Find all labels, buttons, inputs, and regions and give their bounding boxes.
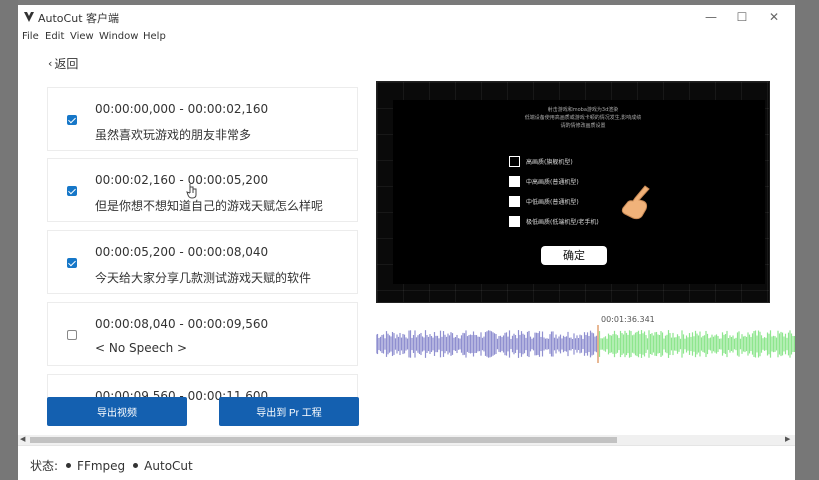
option-box (509, 196, 520, 207)
status-divider (18, 445, 795, 446)
tip-line: 请酌情修改画质设置 (560, 123, 606, 129)
desktop-frame-right (795, 0, 819, 480)
video-preview[interactable]: 射击游戏和moba游戏为3d渲染 低端设备使用高画质或游戏卡顿的情况发生,影响成… (376, 81, 770, 303)
scroll-left-icon[interactable]: ◀ (20, 435, 25, 443)
status-dot (66, 463, 72, 468)
scrollbar-thumb[interactable] (30, 437, 617, 443)
quality-option: 极低画质(低端机型/老手机) (509, 216, 599, 227)
option-box (509, 156, 520, 167)
close-button[interactable]: ✕ (761, 8, 787, 26)
status-label: 状态: (30, 459, 59, 473)
desktop-frame-left (0, 0, 18, 480)
status-ffmpeg: FFmpeg (77, 458, 126, 473)
status-autocut: AutoCut (144, 458, 193, 473)
tip-line: 射击游戏和moba游戏为3d渲染 (547, 107, 619, 113)
segment-time: 00:00:02,160 - 00:00:05,200 (95, 173, 269, 187)
segment-checkbox[interactable] (67, 330, 77, 340)
app-window: AutoCut 客户端 — ☐ ✕ File Edit View Window … (18, 5, 795, 480)
option-label: 中低画质(普通机型) (526, 199, 579, 206)
autocut-logo-icon (24, 12, 34, 22)
playhead-time: 00:01:36.341 (601, 315, 655, 324)
status-dot (133, 463, 139, 468)
quality-option: 中低画质(普通机型) (509, 196, 579, 207)
title-bar: AutoCut 客户端 — ☐ ✕ (18, 5, 795, 29)
export-video-button[interactable]: 导出视频 (47, 397, 187, 426)
segment-checkbox[interactable] (67, 186, 77, 196)
horizontal-scrollbar[interactable]: ◀ ▶ (18, 435, 795, 445)
tip-line: 低端设备使用高画质或游戏卡顿的情况发生,影响成绩 (524, 115, 642, 121)
option-box (509, 216, 520, 227)
option-box (509, 176, 520, 187)
segment-checkbox[interactable] (67, 258, 77, 268)
option-label: 极低画质(低端机型/老手机) (526, 219, 599, 226)
segment-time: 00:00:08,040 - 00:00:09,560 (95, 317, 269, 331)
menu-edit[interactable]: Edit (45, 31, 64, 42)
chevron-left-icon: ‹ (48, 57, 53, 70)
pointing-hand-icon (621, 185, 650, 220)
segment-card[interactable]: 00:00:05,200 - 00:00:08,040 今天给大家分享几款测试游… (47, 230, 358, 294)
game-tip: 射击游戏和moba游戏为3d渲染 低端设备使用高画质或游戏卡顿的情况发生,影响成… (483, 106, 683, 130)
back-label: 返回 (54, 57, 79, 71)
confirm-button: 确定 (541, 246, 607, 265)
minimize-button[interactable]: — (698, 8, 724, 26)
segment-checkbox[interactable] (67, 115, 77, 125)
quality-option: 中高画质(普通机型) (509, 176, 579, 187)
option-label: 高画质(旗舰机型) (526, 159, 573, 166)
status-bar: 状态: FFmpeg AutoCut (30, 457, 193, 474)
option-label: 中高画质(普通机型) (526, 179, 579, 186)
segment-card[interactable]: 00:00:08,040 - 00:00:09,560 < No Speech … (47, 302, 358, 366)
segment-time: 00:00:00,000 - 00:00:02,160 (95, 102, 269, 116)
quality-option: 高画质(旗舰机型) (509, 156, 573, 167)
menu-file[interactable]: File (22, 31, 39, 42)
segment-time: 00:00:05,200 - 00:00:08,040 (95, 245, 269, 259)
scroll-right-icon[interactable]: ▶ (785, 435, 790, 443)
segment-card[interactable]: 00:00:00,000 - 00:00:02,160 虽然喜欢玩游戏的朋友非常… (47, 87, 358, 151)
segment-list[interactable]: 00:00:00,000 - 00:00:02,160 虽然喜欢玩游戏的朋友非常… (47, 87, 360, 402)
menu-window[interactable]: Window (99, 31, 138, 42)
game-settings-dialog: 射击游戏和moba游戏为3d渲染 低端设备使用高画质或游戏卡顿的情况发生,影响成… (393, 100, 765, 284)
segment-text: 但是你想不想知道自己的游戏天赋怎么样呢 (95, 199, 324, 213)
audio-waveform[interactable] (376, 325, 795, 363)
segment-text: 虽然喜欢玩游戏的朋友非常多 (95, 128, 252, 142)
maximize-button[interactable]: ☐ (729, 8, 755, 26)
back-button[interactable]: ‹ 返回 (48, 55, 78, 72)
menu-view[interactable]: View (70, 31, 94, 42)
segment-text: < No Speech > (95, 341, 188, 355)
menu-help[interactable]: Help (143, 31, 166, 42)
window-title: AutoCut 客户端 (38, 12, 120, 25)
menu-bar: File Edit View Window Help (18, 29, 795, 47)
segment-text: 今天给大家分享几款测试游戏天赋的软件 (95, 271, 312, 285)
segment-card[interactable]: 00:00:02,160 - 00:00:05,200 但是你想不想知道自己的游… (47, 158, 358, 222)
mouse-cursor-icon (186, 183, 198, 199)
export-pr-button[interactable]: 导出到 Pr 工程 (219, 397, 359, 426)
